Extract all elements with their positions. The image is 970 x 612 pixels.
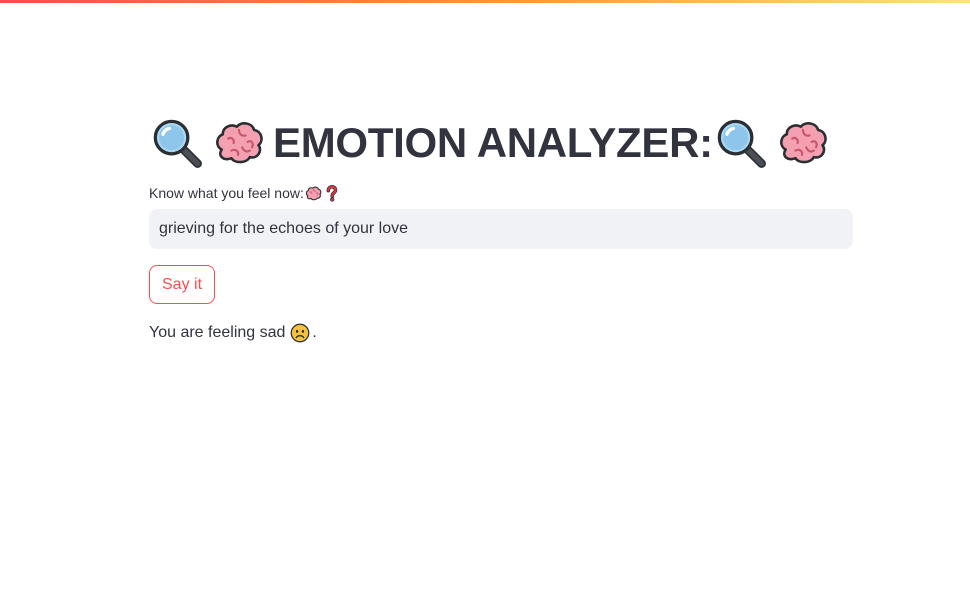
result-suffix: . (312, 324, 317, 341)
brain-icon (211, 115, 267, 171)
brain-icon (305, 185, 322, 202)
sad-face-icon (289, 322, 311, 344)
magnifying-glass-icon (713, 115, 769, 171)
magnifying-glass-icon (149, 115, 205, 171)
say-it-button[interactable]: Say it (149, 265, 216, 304)
header-decoration-bar (0, 0, 970, 3)
result-text: You are feeling sad (149, 324, 286, 341)
input-label: Know what you feel now: (149, 184, 853, 202)
input-label-text: Know what you feel now: (149, 185, 304, 201)
feeling-input[interactable] (149, 209, 853, 249)
question-mark-icon (323, 184, 340, 202)
result-message: You are feeling sad . (149, 322, 853, 344)
title-text: EMOTION ANALYZER: (273, 119, 713, 166)
page-title: EMOTION ANALYZER: (149, 112, 853, 174)
brain-icon (775, 115, 831, 171)
main-content: EMOTION ANALYZER: Know what you feel now… (149, 112, 853, 344)
